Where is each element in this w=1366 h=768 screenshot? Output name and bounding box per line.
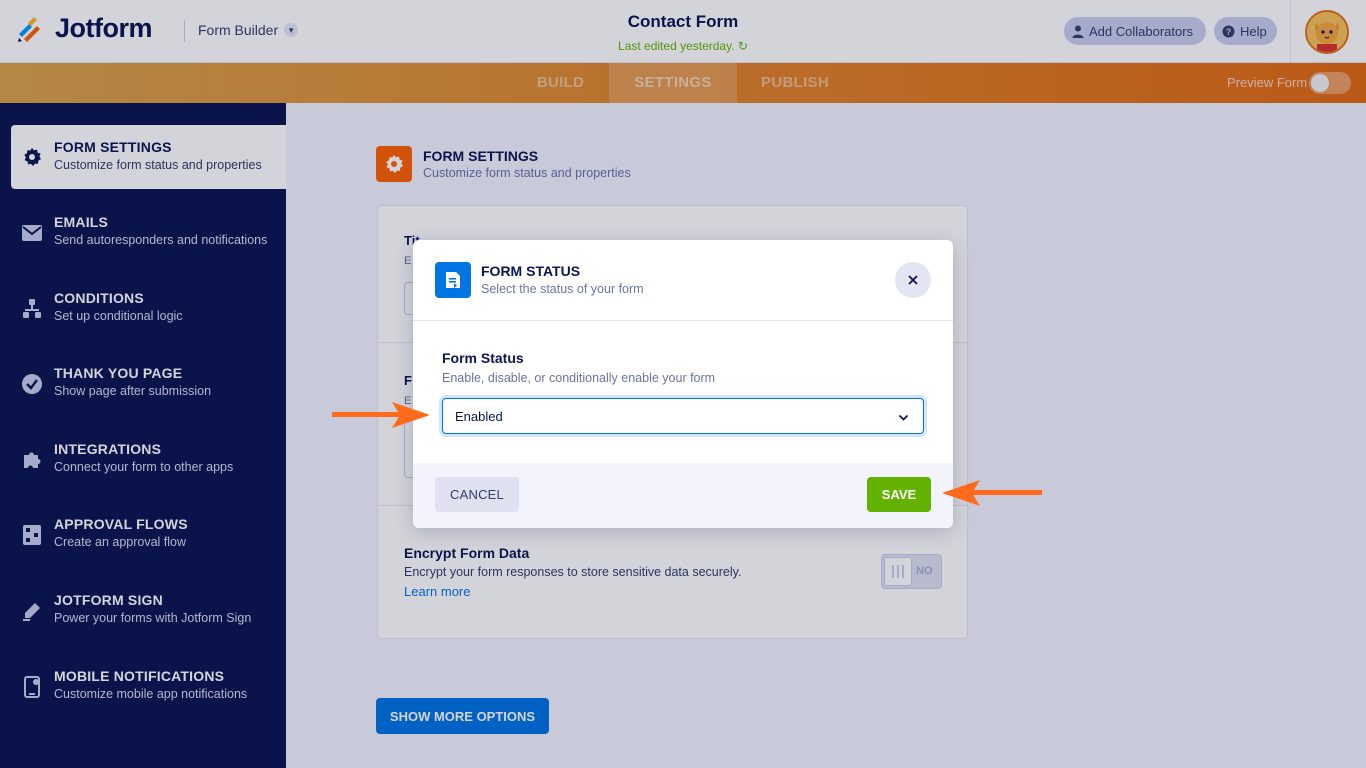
close-icon (908, 275, 918, 285)
close-button[interactable] (895, 262, 931, 298)
modal-footer: CANCEL SAVE (413, 463, 953, 528)
chevron-down-icon (898, 410, 909, 428)
modal-header: FORM STATUS Select the status of your fo… (413, 240, 953, 321)
annotation-arrow-right (332, 402, 430, 428)
selected-value: Enabled (455, 409, 503, 424)
cancel-button[interactable]: CANCEL (435, 477, 519, 512)
modal-title: FORM STATUS (481, 263, 581, 279)
save-button[interactable]: SAVE (867, 477, 931, 512)
document-icon (435, 262, 471, 298)
annotation-arrow-left (942, 480, 1042, 506)
form-status-help: Enable, disable, or conditionally enable… (442, 371, 716, 385)
form-status-select[interactable]: Enabled (442, 398, 924, 434)
form-status-label: Form Status (442, 350, 524, 366)
form-status-modal: FORM STATUS Select the status of your fo… (413, 240, 953, 528)
modal-subtitle: Select the status of your form (481, 282, 644, 296)
